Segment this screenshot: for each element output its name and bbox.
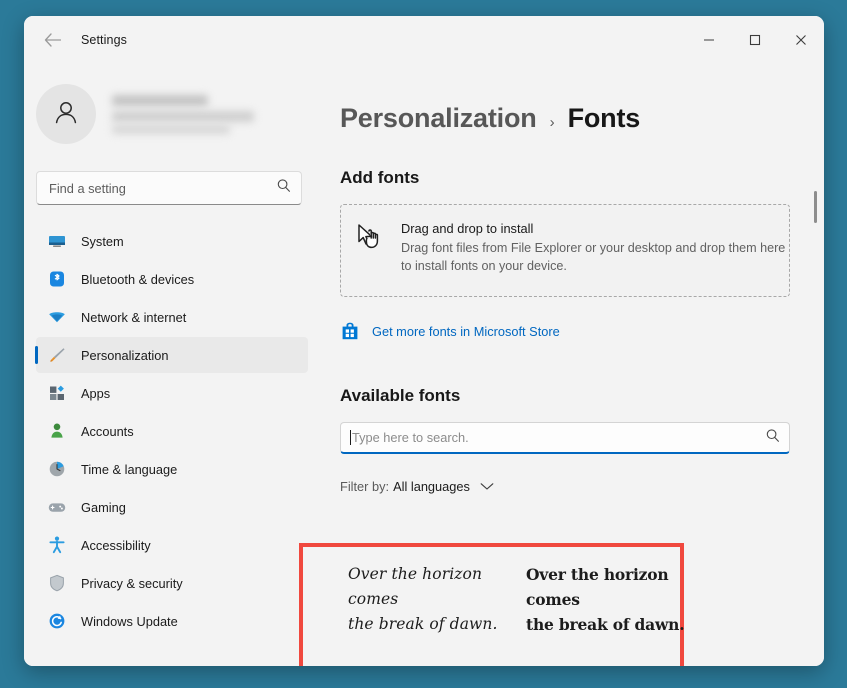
window-controls — [686, 16, 824, 63]
account-email-redacted-2 — [112, 124, 230, 134]
sidebar-item-windows-update[interactable]: Windows Update — [36, 603, 308, 639]
find-setting-input[interactable] — [49, 180, 276, 196]
maximize-icon — [749, 34, 761, 46]
maximize-button[interactable] — [732, 22, 778, 58]
person-avatar-icon — [51, 97, 81, 132]
dropzone-title: Drag and drop to install — [401, 221, 534, 236]
minimize-button[interactable] — [686, 22, 732, 58]
gamepad-icon — [46, 496, 68, 518]
account-info-redacted — [112, 94, 258, 134]
window-body: System Bluetooth & devices — [24, 63, 824, 666]
content-scrollbar-thumb[interactable] — [814, 191, 817, 223]
sidebar-item-network-internet[interactable]: Network & internet — [36, 299, 308, 335]
font-preview-sample: Over the horizon comes the break of dawn… — [348, 562, 508, 666]
bluetooth-icon — [46, 268, 68, 290]
sidebar-item-label: Apps — [81, 385, 111, 401]
wifi-icon — [46, 306, 68, 328]
sidebar-item-label: Gaming — [81, 499, 126, 515]
font-search-input[interactable] — [352, 430, 765, 445]
account-name-redacted — [112, 94, 208, 106]
back-arrow-icon — [44, 32, 61, 47]
get-more-fonts-link[interactable]: Get more fonts in Microsoft Store — [340, 321, 824, 341]
sidebar-item-label: Windows Update — [81, 613, 178, 629]
sidebar-item-label: Privacy & security — [81, 575, 183, 591]
dropzone-text: Drag and drop to install Drag font files… — [401, 221, 786, 276]
nav-list: System Bluetooth & devices Network & int… — [24, 223, 320, 639]
font-search-box[interactable] — [340, 422, 790, 454]
account-email-redacted — [112, 110, 254, 122]
shield-icon — [46, 572, 68, 594]
sidebar-item-gaming[interactable]: Gaming — [36, 489, 308, 525]
breadcrumb: Personalization › Fonts — [340, 103, 824, 134]
dropzone-description: Drag font files from File Explorer or yo… — [401, 241, 786, 274]
apps-grid-icon — [46, 382, 68, 404]
font-preview-line1: Over the horizon comes — [348, 565, 483, 609]
sidebar-item-privacy-security[interactable]: Privacy & security — [36, 565, 308, 601]
sidebar-item-apps[interactable]: Apps — [36, 375, 308, 411]
sidebar: System Bluetooth & devices — [24, 63, 320, 666]
clock-globe-icon — [46, 458, 68, 480]
account-card[interactable] — [36, 81, 320, 147]
content-pane: Personalization › Fonts Add fonts Drag a… — [299, 63, 824, 666]
font-preview-line2: the break of dawn. — [348, 615, 498, 634]
sidebar-item-label: System — [81, 233, 124, 249]
close-button[interactable] — [778, 22, 824, 58]
paintbrush-icon — [46, 344, 68, 366]
get-more-fonts-link-label: Get more fonts in Microsoft Store — [372, 323, 560, 339]
sidebar-item-personalization[interactable]: Personalization — [35, 337, 308, 373]
text-caret — [350, 430, 351, 445]
sidebar-item-label: Time & language — [81, 461, 178, 477]
font-cards-list: Over the horizon comes the break of dawn… — [348, 562, 704, 666]
sidebar-item-system[interactable]: System — [36, 223, 308, 259]
drag-drop-cursor-icon — [355, 222, 391, 256]
close-icon — [795, 34, 807, 46]
sidebar-item-label: Accessibility — [81, 537, 151, 553]
available-fonts-heading: Available fonts — [340, 386, 461, 405]
sidebar-item-label: Accounts — [81, 423, 134, 439]
microsoft-store-icon — [340, 321, 360, 341]
sidebar-item-accounts[interactable]: Accounts — [36, 413, 308, 449]
sidebar-item-time-language[interactable]: Time & language — [36, 451, 308, 487]
app-title: Settings — [81, 32, 127, 47]
titlebar: Settings — [24, 16, 824, 63]
add-fonts-heading: Add fonts — [340, 168, 420, 187]
filter-value[interactable]: All languages — [393, 479, 470, 494]
sidebar-item-label: Bluetooth & devices — [81, 271, 195, 287]
font-card-grand-hotel[interactable]: Over the horizon comes the break of dawn… — [526, 562, 704, 666]
back-button[interactable] — [36, 24, 68, 56]
settings-window: Settings Find a setting System Bluetooth… — [24, 16, 824, 666]
chevron-down-icon[interactable] — [480, 482, 494, 491]
search-icon[interactable] — [765, 428, 780, 448]
breadcrumb-separator-icon: › — [549, 114, 555, 131]
minimize-icon — [703, 34, 715, 46]
search-icon — [276, 178, 291, 198]
system-monitor-icon — [46, 230, 68, 252]
page-title: Fonts — [567, 103, 641, 133]
filter-row[interactable]: Filter by: All languages — [340, 479, 824, 494]
sidebar-item-label: Personalization — [81, 347, 169, 363]
font-card-great-vibes[interactable]: Over the horizon comes the break of dawn… — [348, 562, 526, 666]
account-person-icon — [46, 420, 68, 442]
breadcrumb-parent-link[interactable]: Personalization — [340, 103, 537, 134]
find-setting-box[interactable] — [36, 171, 302, 205]
sidebar-item-accessibility[interactable]: Accessibility — [36, 527, 308, 563]
font-preview-line2: the break of dawn. — [526, 615, 685, 635]
update-refresh-icon — [46, 610, 68, 632]
filter-label: Filter by: — [340, 479, 390, 494]
accessibility-person-icon — [46, 534, 68, 556]
font-preview-line1: Over the horizon comes — [526, 565, 669, 610]
sidebar-item-bluetooth-devices[interactable]: Bluetooth & devices — [36, 261, 308, 297]
font-dropzone[interactable]: Drag and drop to install Drag font files… — [340, 204, 790, 297]
sidebar-item-label: Network & internet — [81, 309, 187, 325]
font-preview-sample: Over the horizon comes the break of dawn… — [526, 562, 686, 666]
content-scrollbar[interactable] — [810, 63, 822, 666]
avatar — [36, 84, 96, 144]
